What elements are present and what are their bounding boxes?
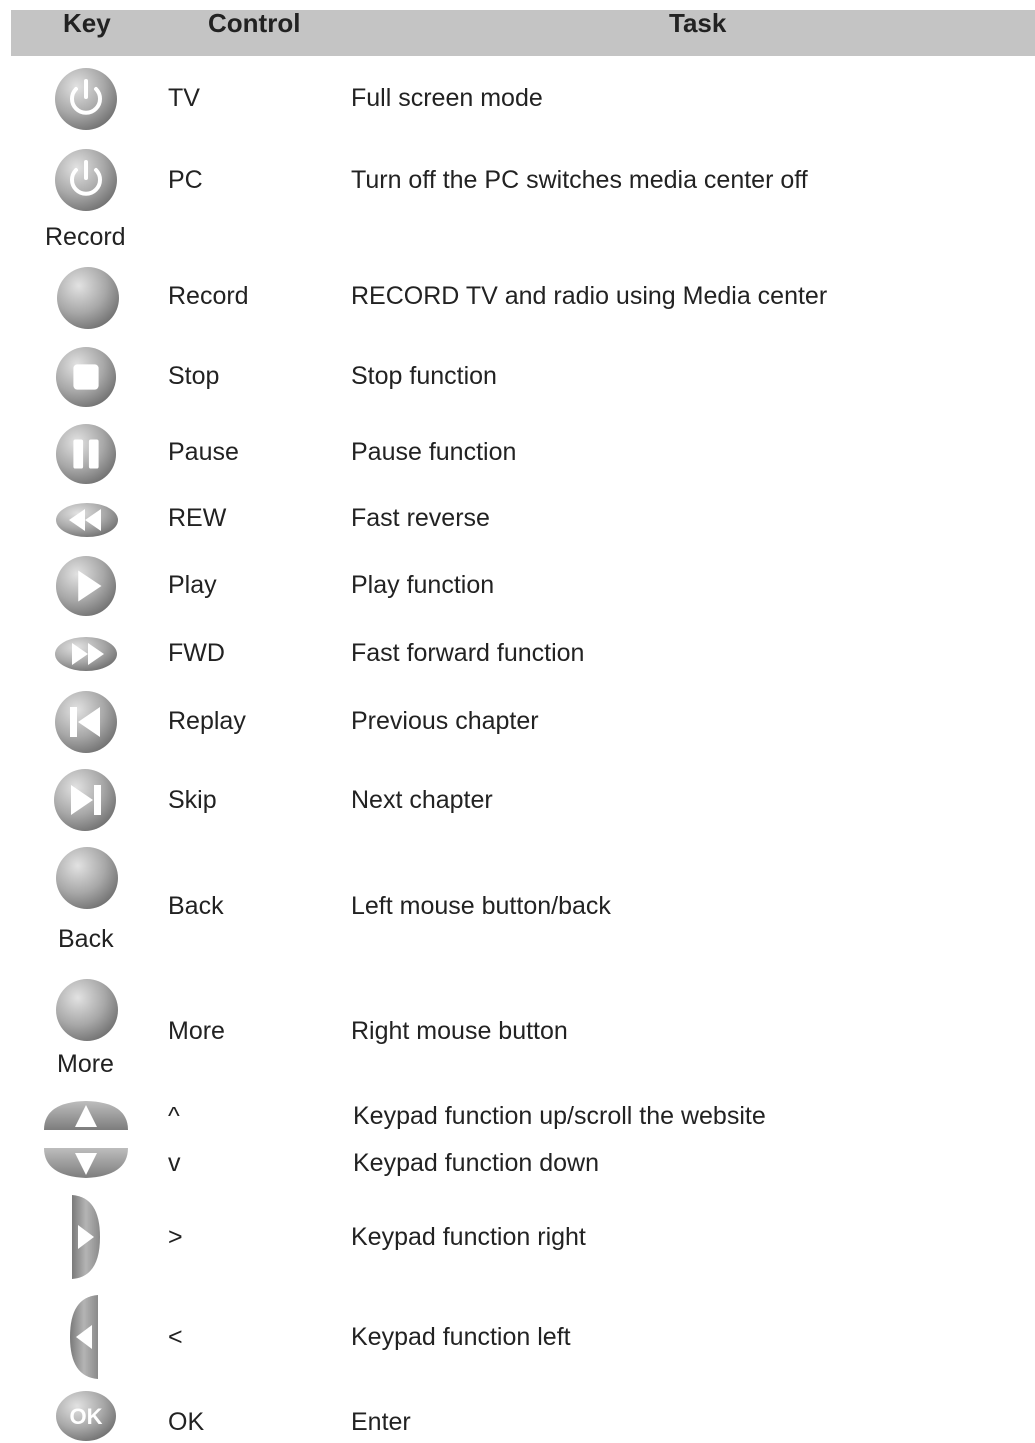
play-icon — [55, 555, 117, 617]
down-arrow-icon — [41, 1146, 131, 1180]
control-label: v — [168, 1149, 181, 1177]
control-label: ^ — [168, 1102, 180, 1130]
header-key: Key — [63, 8, 111, 38]
control-label: PC — [168, 166, 203, 194]
control-label: > — [168, 1223, 183, 1251]
task-label: Enter — [351, 1408, 411, 1436]
control-label: OK — [168, 1408, 205, 1436]
control-label: More — [168, 1017, 225, 1045]
next-icon — [53, 768, 117, 832]
task-label: Turn off the PC switches media center of… — [351, 166, 808, 194]
task-label: Stop function — [351, 362, 497, 390]
task-label: Previous chapter — [351, 707, 539, 735]
task-label: Pause function — [351, 438, 517, 466]
task-label: Left mouse button/back — [351, 892, 611, 920]
left-arrow-icon — [67, 1292, 101, 1382]
key-caption: More — [57, 1050, 114, 1078]
control-label: Play — [168, 571, 217, 599]
key-caption: Record — [45, 223, 126, 251]
control-label: REW — [168, 504, 227, 532]
task-label: Keypad function left — [351, 1323, 571, 1351]
task-label: RECORD TV and radio using Media center — [351, 282, 828, 310]
control-label: TV — [168, 84, 200, 112]
fast-forward-icon — [53, 636, 119, 672]
task-label: Keypad function right — [351, 1223, 586, 1251]
task-label: Keypad function down — [353, 1149, 600, 1177]
task-label: Right mouse button — [351, 1017, 568, 1045]
control-label: Stop — [168, 362, 220, 390]
round-button-icon — [55, 978, 119, 1042]
power-icon — [54, 67, 118, 131]
rewind-icon — [55, 502, 119, 538]
stop-icon — [55, 346, 117, 408]
table-header — [11, 10, 1035, 56]
control-label: Record — [168, 282, 249, 310]
ok-icon: OK — [55, 1390, 117, 1442]
control-label: Skip — [168, 786, 217, 814]
control-label: < — [168, 1323, 183, 1351]
task-label: Next chapter — [351, 786, 493, 814]
control-label: Pause — [168, 438, 239, 466]
right-arrow-icon — [69, 1192, 103, 1282]
control-label: Replay — [168, 707, 246, 735]
key-caption: Back — [58, 925, 114, 953]
task-label: Fast reverse — [351, 504, 490, 532]
control-label: FWD — [168, 639, 225, 667]
ok-icon-text: OK — [70, 1404, 103, 1429]
task-label: Full screen mode — [351, 84, 543, 112]
record-icon — [56, 266, 120, 330]
up-arrow-icon — [41, 1098, 131, 1133]
task-label: Play function — [351, 571, 495, 599]
task-label: Fast forward function — [351, 639, 585, 667]
previous-icon — [54, 690, 118, 754]
pause-icon — [55, 423, 117, 485]
control-label: Back — [168, 892, 224, 920]
header-control: Control — [208, 8, 301, 38]
power-icon — [54, 148, 118, 212]
header-task: Task — [669, 8, 727, 38]
round-button-icon — [55, 846, 119, 910]
task-label: Keypad function up/scroll the website — [353, 1102, 766, 1130]
